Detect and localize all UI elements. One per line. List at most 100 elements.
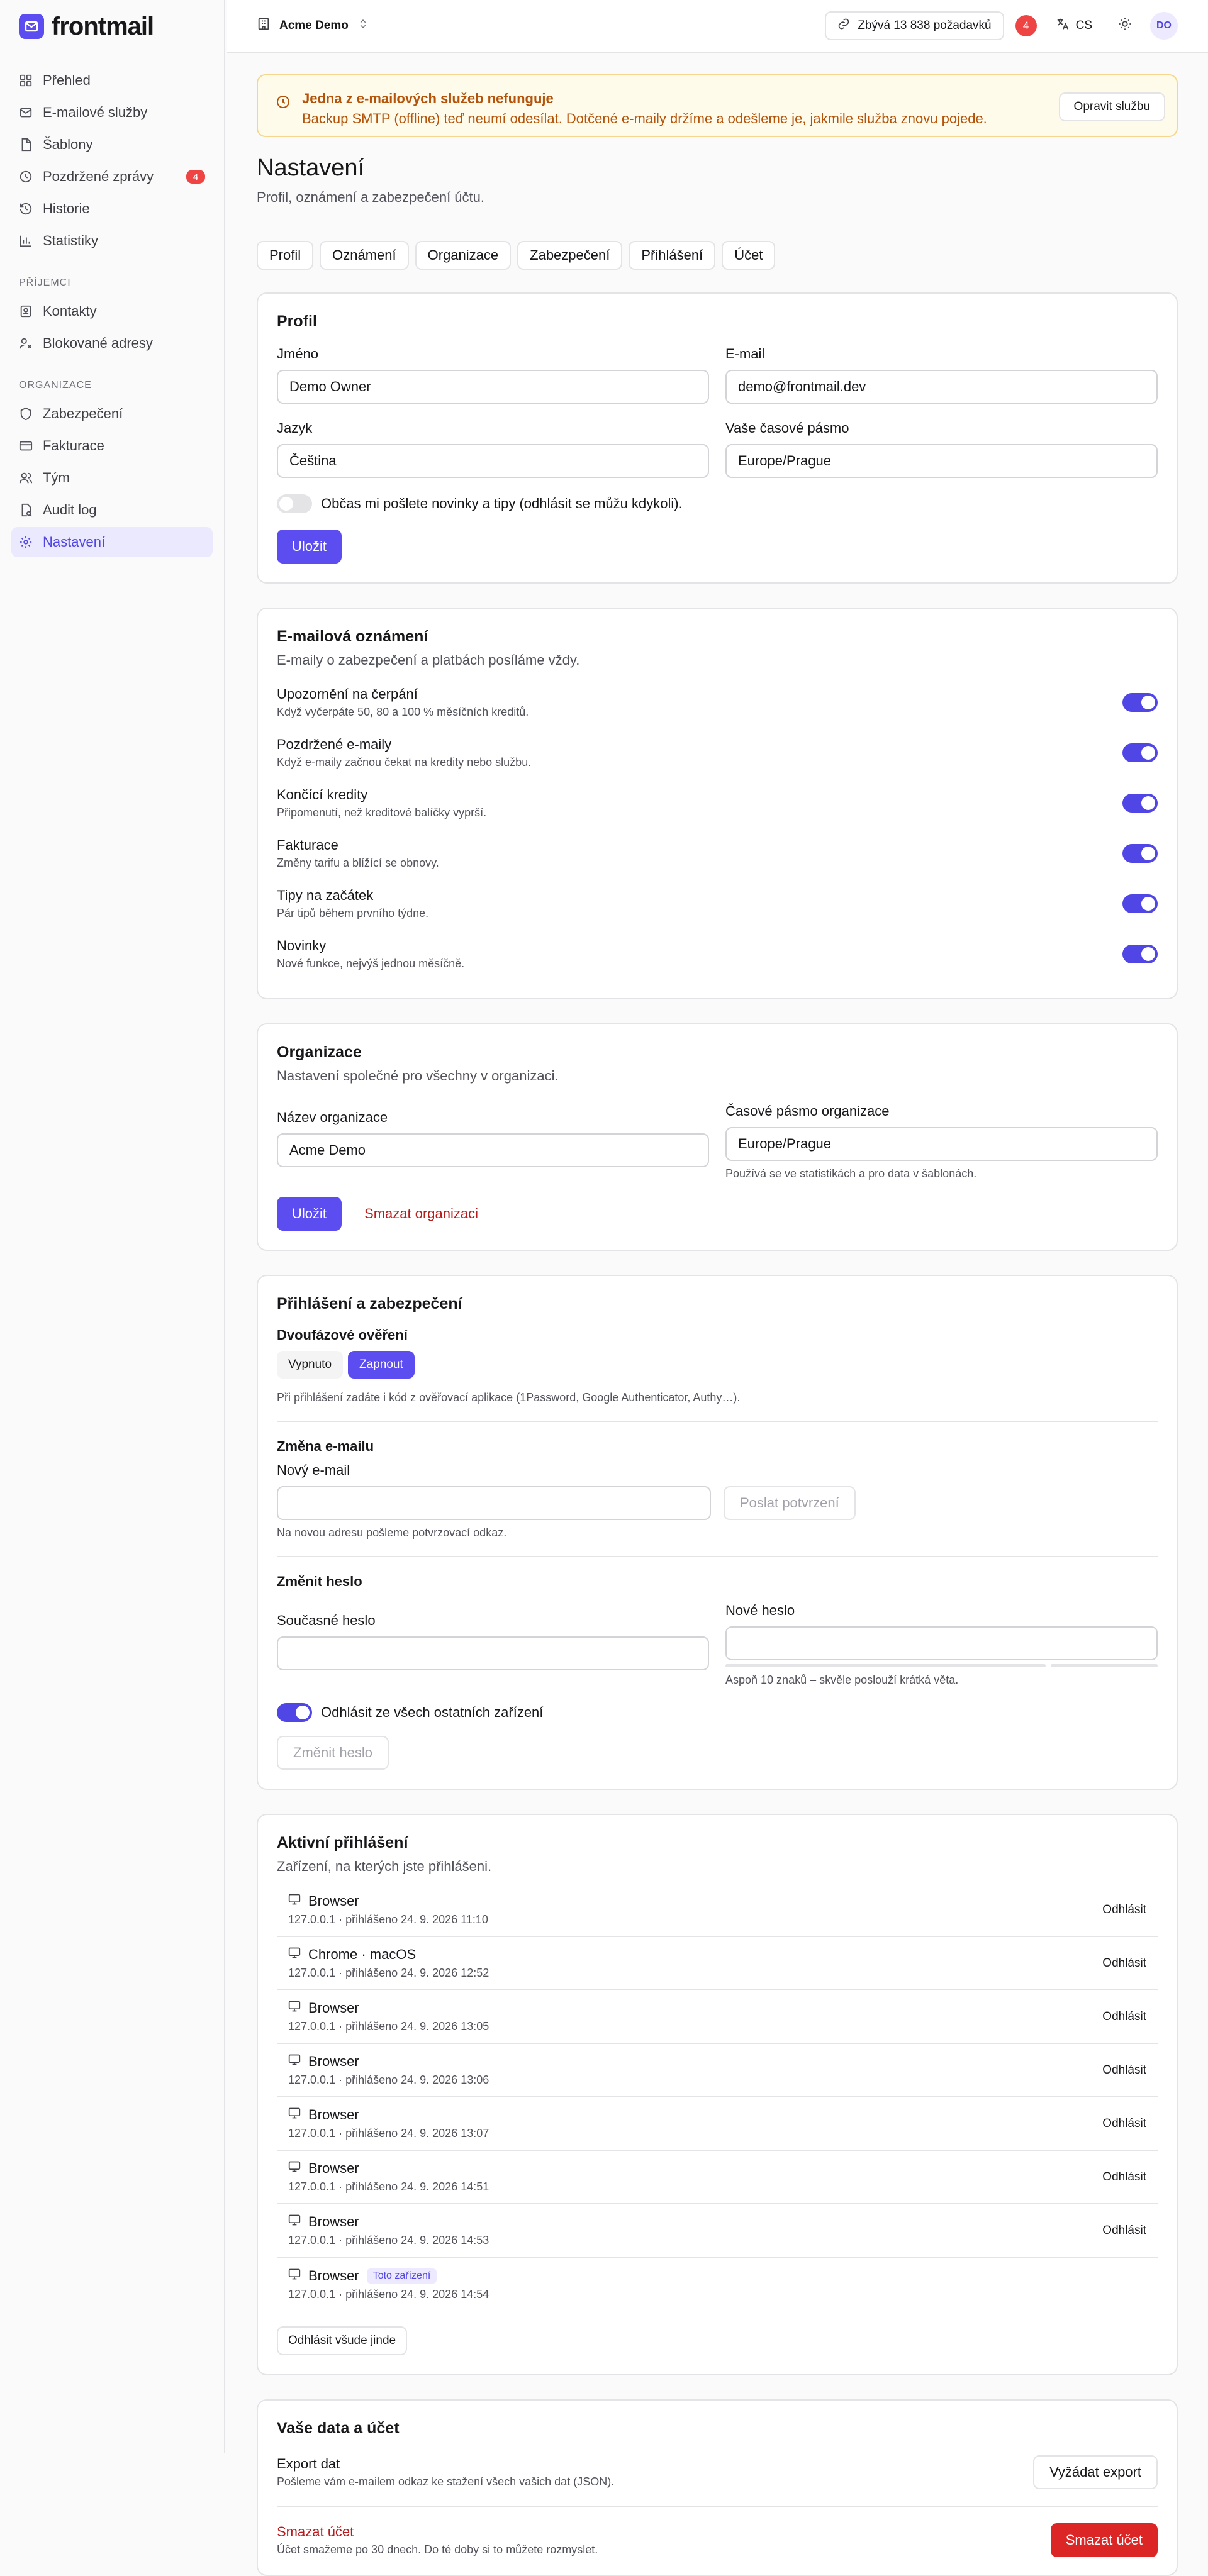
current-password-label: Současné heslo bbox=[277, 1613, 376, 1628]
file-icon bbox=[19, 138, 33, 152]
sidebar-item-audit-log[interactable]: Audit log bbox=[11, 495, 213, 525]
new-password-input[interactable] bbox=[725, 1626, 1158, 1660]
notification-desc: Když e-maily začnou čekat na kredity neb… bbox=[277, 756, 532, 769]
quota-indicator[interactable]: Zbývá 13 838 požadavků bbox=[825, 11, 1004, 40]
card-icon bbox=[19, 439, 33, 453]
tab-login[interactable]: Přihlášení bbox=[629, 241, 716, 270]
building-icon bbox=[257, 17, 271, 35]
session-logout-button[interactable]: Odhlásit bbox=[1102, 1957, 1146, 1970]
fix-service-button[interactable]: Opravit službu bbox=[1058, 92, 1165, 121]
brand-logo[interactable]: frontmail bbox=[11, 13, 213, 40]
session-logout-button[interactable]: Odhlásit bbox=[1102, 2170, 1146, 2184]
divider bbox=[277, 1556, 1158, 1557]
sidebar-item-label: Statistiky bbox=[43, 233, 99, 248]
sidebar-item-label: Tým bbox=[43, 470, 70, 486]
email-label: E-mail bbox=[725, 346, 765, 362]
delete-organization-link[interactable]: Smazat organizaci bbox=[364, 1206, 478, 1222]
profile-card: Profil Jméno Demo Owner E-mail demo@fron… bbox=[257, 292, 1178, 584]
notification-count-badge[interactable]: 4 bbox=[1015, 15, 1037, 36]
request-export-button[interactable]: Vyžádat export bbox=[1033, 2455, 1158, 2489]
session-device: Browser bbox=[308, 1893, 359, 1909]
translate-icon bbox=[1056, 17, 1070, 35]
sidebar-item-label: Pozdržené zprávy bbox=[43, 169, 154, 184]
org-save-button[interactable]: Uložit bbox=[277, 1197, 342, 1231]
logout-others-toggle[interactable] bbox=[277, 1703, 312, 1722]
language-switcher[interactable]: CS bbox=[1048, 17, 1100, 35]
sidebar-item-billing[interactable]: Fakturace bbox=[11, 431, 213, 461]
tab-profile[interactable]: Profil bbox=[257, 241, 314, 270]
sidebar-item-label: Kontakty bbox=[43, 303, 97, 319]
twofa-hint: Při přihlášení zadáte i kód z ověřovací … bbox=[277, 1391, 741, 1404]
session-logout-button[interactable]: Odhlásit bbox=[1102, 2224, 1146, 2238]
notification-toggle[interactable] bbox=[1122, 693, 1158, 712]
notification-toggle[interactable] bbox=[1122, 743, 1158, 762]
this-device-badge: Toto zařízení bbox=[366, 2268, 437, 2284]
sidebar-item-templates[interactable]: Šablony bbox=[11, 130, 213, 160]
history-icon bbox=[19, 202, 33, 216]
notifications-subtitle: E-maily o zabezpečení a platbách posílám… bbox=[277, 652, 580, 668]
theme-toggle-button[interactable] bbox=[1111, 12, 1139, 40]
notification-toggle[interactable] bbox=[1122, 794, 1158, 813]
sidebar-item-team[interactable]: Tým bbox=[11, 463, 213, 493]
sidebar-item-overview[interactable]: Přehled bbox=[11, 65, 213, 96]
new-password-label: Nové heslo bbox=[725, 1602, 795, 1618]
alert-title: Jedna z e-mailových služeb nefunguje bbox=[302, 91, 554, 106]
language-select[interactable]: Čeština bbox=[277, 444, 709, 478]
new-email-input[interactable] bbox=[277, 1486, 711, 1520]
current-password-input[interactable] bbox=[277, 1636, 709, 1670]
notification-row: Upozornění na čerpání Když vyčerpáte 50, … bbox=[277, 677, 1158, 728]
account-card: Vaše data a účet Export dat Pošleme vám … bbox=[257, 2399, 1178, 2576]
session-logout-button[interactable]: Odhlásit bbox=[1102, 1903, 1146, 1917]
twofa-on-button[interactable]: Zapnout bbox=[348, 1351, 415, 1379]
sidebar-item-email-services[interactable]: E-mailové služby bbox=[11, 97, 213, 128]
tab-notifications[interactable]: Oznámení bbox=[320, 241, 409, 270]
sidebar-item-label: Šablony bbox=[43, 136, 93, 152]
notification-toggle[interactable] bbox=[1122, 945, 1158, 963]
org-name-input[interactable]: Acme Demo bbox=[277, 1133, 709, 1167]
profile-title: Profil bbox=[277, 313, 317, 330]
divider bbox=[277, 2506, 1158, 2507]
logo-mark-icon bbox=[19, 14, 44, 39]
notifications-card: E-mailová oznámení E-maily o zabezpečení… bbox=[257, 608, 1178, 999]
session-logout-button[interactable]: Odhlásit bbox=[1102, 2117, 1146, 2131]
tab-account[interactable]: Účet bbox=[722, 241, 776, 270]
notification-row: Novinky Nové funkce, nejvýš jednou měsíčn… bbox=[277, 929, 1158, 979]
profile-save-button[interactable]: Uložit bbox=[277, 530, 342, 564]
notification-title: Pozdržené e-maily bbox=[277, 736, 392, 752]
delete-account-button[interactable]: Smazat účet bbox=[1050, 2523, 1158, 2557]
tab-organization[interactable]: Organizace bbox=[415, 241, 512, 270]
twofa-off-option[interactable]: Vypnuto bbox=[277, 1351, 344, 1379]
org-timezone-hint: Používá se ve statistikách a pro data v … bbox=[725, 1167, 977, 1180]
email-input[interactable]: demo@frontmail.dev bbox=[725, 370, 1158, 404]
avatar[interactable]: DO bbox=[1150, 12, 1178, 40]
org-switcher[interactable]: Acme Demo bbox=[257, 17, 369, 35]
notification-toggle[interactable] bbox=[1122, 894, 1158, 913]
logout-everywhere-button[interactable]: Odhlásit všude jinde bbox=[277, 2326, 408, 2355]
session-device: Chrome · macOS bbox=[308, 1946, 417, 1962]
page-title: Nastavení bbox=[257, 155, 365, 181]
org-timezone-select[interactable]: Europe/Prague bbox=[725, 1127, 1158, 1161]
newsletter-toggle[interactable] bbox=[277, 494, 312, 513]
session-logout-button[interactable]: Odhlásit bbox=[1102, 2010, 1146, 2024]
send-confirmation-button[interactable]: Poslat potvrzení bbox=[724, 1486, 856, 1520]
language-code: CS bbox=[1075, 19, 1092, 32]
timezone-select[interactable]: Europe/Prague bbox=[725, 444, 1158, 478]
name-input[interactable]: Demo Owner bbox=[277, 370, 709, 404]
notification-toggle[interactable] bbox=[1122, 844, 1158, 863]
org-name-label: Název organizace bbox=[277, 1109, 388, 1125]
sidebar-item-statistics[interactable]: Statistiky bbox=[11, 226, 213, 256]
chart-icon bbox=[19, 234, 33, 248]
sidebar-item-blocked[interactable]: Blokované adresy bbox=[11, 328, 213, 358]
sidebar-item-held-messages[interactable]: Pozdržené zprávy 4 bbox=[11, 162, 213, 192]
nav-section-recipients: PŘÍJEMCI bbox=[19, 277, 71, 288]
sidebar-item-settings[interactable]: Nastavení bbox=[11, 527, 213, 557]
organization-subtitle: Nastavení společné pro všechny v organiz… bbox=[277, 1068, 559, 1084]
change-password-button[interactable]: Změnit heslo bbox=[277, 1736, 389, 1770]
session-logout-button[interactable]: Odhlásit bbox=[1102, 2063, 1146, 2077]
sidebar-item-history[interactable]: Historie bbox=[11, 194, 213, 224]
sidebar-item-security[interactable]: Zabezpečení bbox=[11, 399, 213, 429]
notification-row: Fakturace Změny tarifu a blížící se obnov… bbox=[277, 828, 1158, 879]
tab-security[interactable]: Zabezpečení bbox=[517, 241, 623, 270]
session-meta: 127.0.0.1 · přihlášeno 24. 9. 2026 12:52 bbox=[288, 1967, 489, 1979]
sidebar-item-contacts[interactable]: Kontakty bbox=[11, 296, 213, 326]
